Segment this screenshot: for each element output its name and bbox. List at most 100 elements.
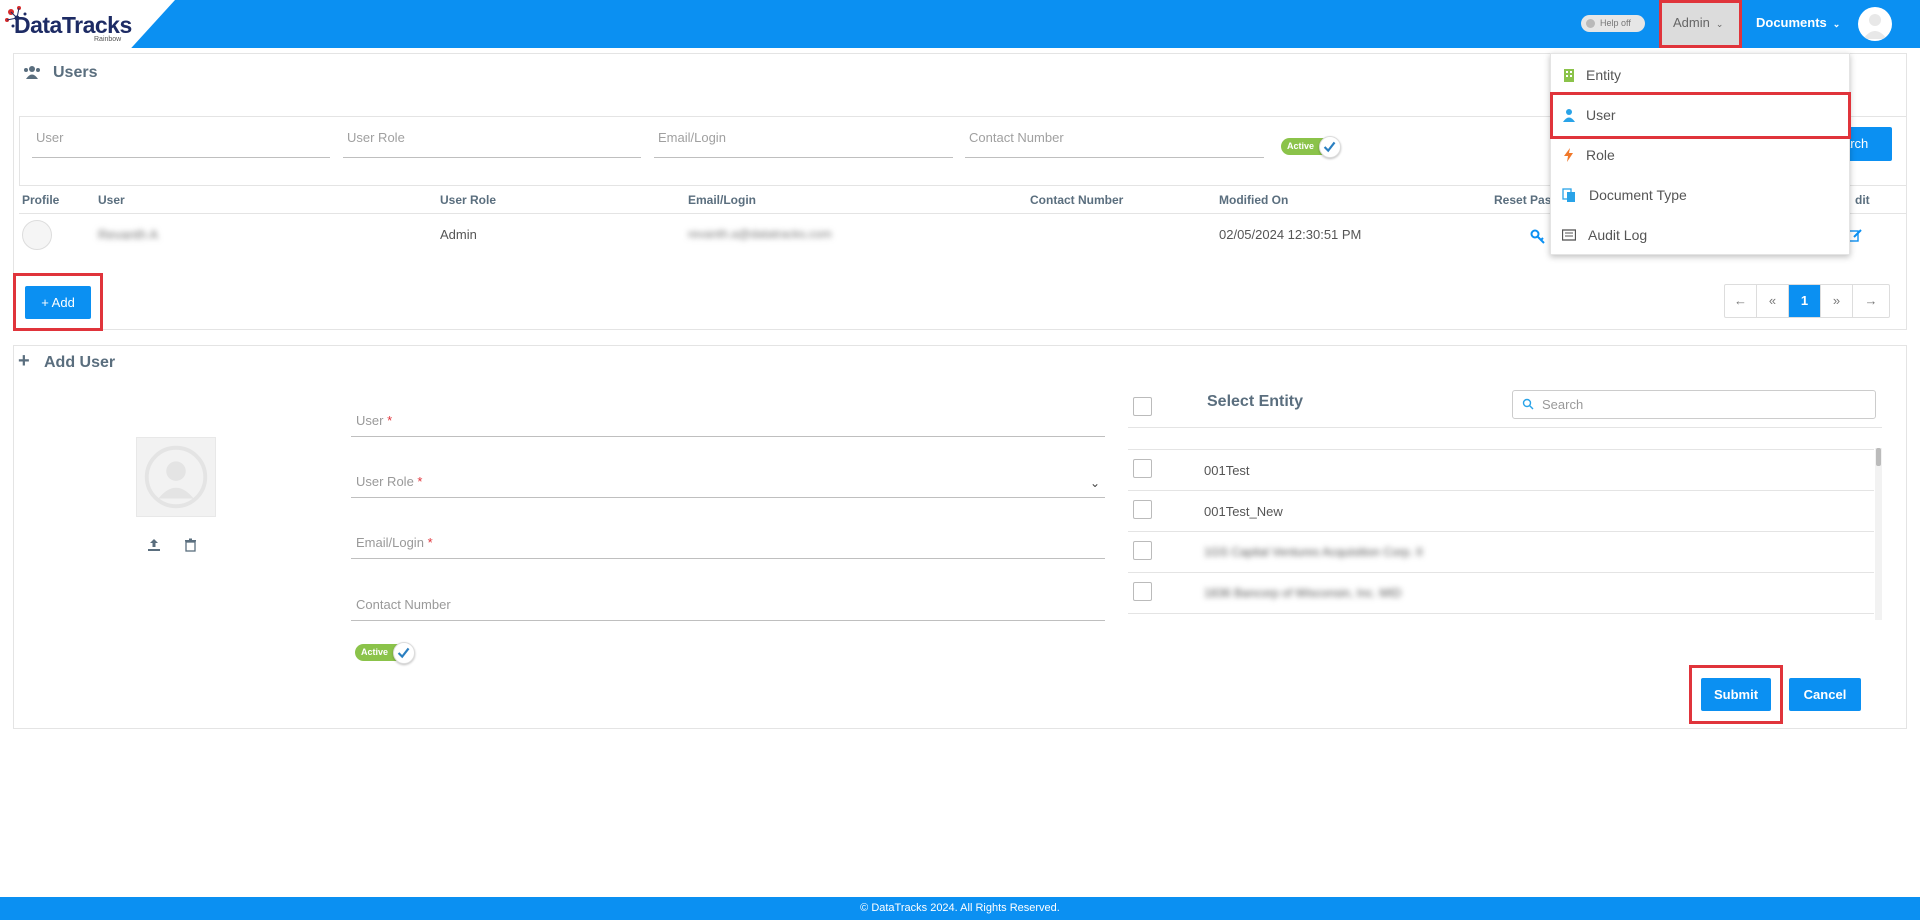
building-icon	[1564, 69, 1574, 82]
submit-button[interactable]: Submit	[1701, 678, 1771, 711]
contact-filter-placeholder: Contact Number	[969, 130, 1064, 145]
column-header-profile: Profile	[22, 193, 60, 207]
contact-filter-input[interactable]: Contact Number	[965, 128, 1264, 158]
divider	[1128, 449, 1874, 450]
profile-photo-placeholder	[136, 437, 216, 517]
user-role-select[interactable]: User Role * ⌄	[351, 456, 1105, 498]
entity-name: 1GS Capital Ventures Acquisition Corp. I…	[1204, 545, 1423, 559]
user-filter-placeholder: User	[36, 130, 64, 145]
menu-item-label: Entity	[1586, 67, 1622, 83]
toggle-knob	[1319, 136, 1341, 158]
menu-item-label: Document Type	[1589, 187, 1687, 203]
entity-name: 001Test	[1204, 463, 1250, 478]
last-page-button[interactable]: →	[1853, 285, 1889, 317]
next-page-button[interactable]: »	[1821, 285, 1853, 317]
column-header-contact: Contact Number	[1030, 193, 1124, 207]
plus-icon: +	[18, 350, 30, 372]
page-1-button[interactable]: 1	[1789, 285, 1821, 317]
cell-user: Revanth A	[98, 227, 158, 242]
contact-number-label: Contact Number	[356, 597, 451, 612]
toggle-knob	[1586, 19, 1595, 28]
email-login-field[interactable]: Email/Login *	[351, 517, 1105, 559]
entity-search-input[interactable]: Search	[1512, 390, 1876, 419]
divider	[1128, 613, 1874, 614]
help-toggle[interactable]: Help off	[1581, 15, 1645, 32]
user-role-label: User Role	[356, 474, 414, 489]
bolt-icon	[1564, 148, 1573, 162]
admin-menu-label: Admin	[1673, 15, 1710, 30]
avatar-icon	[144, 445, 208, 509]
entity-name: 1836 Bancorp of Wisconsin, Inc. MID	[1204, 586, 1402, 600]
chevron-down-icon: ⌄	[1715, 19, 1724, 29]
cell-modified-on: 02/05/2024 12:30:51 PM	[1219, 227, 1362, 242]
first-page-button[interactable]: ←	[1725, 285, 1757, 317]
add-user-button[interactable]: + Add	[25, 286, 91, 319]
column-header-user: User	[98, 193, 125, 207]
email-filter-input[interactable]: Email/Login	[654, 128, 953, 158]
user-role-filter-placeholder: User Role	[347, 130, 405, 145]
log-icon	[1562, 229, 1576, 241]
entity-checkbox[interactable]	[1133, 541, 1152, 560]
column-header-modified-on: Modified On	[1219, 193, 1289, 207]
prev-page-button[interactable]: «	[1757, 285, 1789, 317]
email-login-label: Email/Login	[356, 535, 424, 550]
divider	[1128, 572, 1874, 573]
menu-item-audit-log[interactable]: Audit Log	[1551, 215, 1851, 255]
entity-checkbox[interactable]	[1133, 500, 1152, 519]
required-mark: *	[417, 474, 423, 489]
menu-item-role[interactable]: Role	[1551, 135, 1851, 175]
column-header-email: Email/Login	[688, 193, 757, 207]
entity-search-placeholder: Search	[1542, 397, 1584, 412]
column-header-edit: dit	[1855, 193, 1870, 207]
documents-icon	[1562, 188, 1575, 202]
users-panel-title: Users	[53, 64, 98, 81]
admin-menu[interactable]: Admin ⌄	[1659, 0, 1742, 48]
entity-list-scrollbar[interactable]	[1875, 448, 1882, 620]
chevron-down-icon: ⌄	[1832, 19, 1841, 29]
logo-subtitle: Rainbow	[94, 36, 122, 43]
entity-checkbox[interactable]	[1133, 459, 1152, 478]
contact-number-field[interactable]: Contact Number	[351, 579, 1105, 621]
required-mark: *	[387, 413, 393, 428]
search-icon	[1522, 398, 1534, 410]
menu-item-label: Role	[1586, 147, 1615, 163]
user-avatar[interactable]	[1858, 7, 1892, 41]
user-name-label: User	[356, 413, 384, 428]
help-toggle-label: Help off	[1600, 18, 1631, 28]
user-name-field[interactable]: User *	[351, 395, 1105, 437]
cell-user-role: Admin	[440, 227, 477, 242]
upload-icon[interactable]	[147, 538, 161, 552]
admin-dropdown-menu: Entity User Role Document Type Audit Log	[1550, 53, 1850, 255]
cell-email: revanth.a@datatracks.com	[688, 227, 832, 241]
copyright-text: © DataTracks 2024. All Rights Reserved.	[860, 902, 1060, 914]
highlight-box	[1550, 92, 1851, 139]
documents-menu-label: Documents	[1756, 15, 1827, 30]
check-icon	[397, 647, 410, 659]
logo-text: DataTracks	[14, 12, 132, 38]
avatar-icon	[1863, 14, 1887, 39]
entity-name: 001Test_New	[1204, 504, 1283, 519]
users-icon	[24, 66, 40, 79]
profile-avatar	[22, 220, 52, 250]
divider	[1128, 490, 1874, 491]
documents-menu[interactable]: Documents ⌄	[1756, 0, 1840, 48]
chevron-down-icon: ⌄	[1089, 476, 1100, 490]
column-header-user-role: User Role	[440, 193, 497, 207]
menu-item-document-type[interactable]: Document Type	[1551, 175, 1851, 215]
scrollbar-thumb[interactable]	[1876, 448, 1881, 466]
toggle-knob	[393, 642, 415, 664]
add-user-title: Add User	[44, 354, 116, 371]
trash-icon[interactable]	[184, 538, 197, 552]
select-entity-title: Select Entity	[1207, 393, 1304, 410]
user-role-filter-input[interactable]: User Role	[343, 128, 641, 158]
footer: © DataTracks 2024. All Rights Reserved.	[0, 897, 1920, 920]
active-filter-toggle[interactable]: Active	[1281, 136, 1343, 158]
select-all-entities-checkbox[interactable]	[1133, 397, 1152, 416]
active-toggle[interactable]: Active	[355, 642, 417, 664]
email-filter-placeholder: Email/Login	[658, 130, 726, 145]
entity-checkbox[interactable]	[1133, 582, 1152, 601]
menu-item-entity[interactable]: Entity	[1551, 55, 1851, 95]
key-icon[interactable]	[1530, 228, 1546, 244]
cancel-button[interactable]: Cancel	[1789, 678, 1861, 711]
user-filter-input[interactable]: User	[32, 128, 330, 158]
